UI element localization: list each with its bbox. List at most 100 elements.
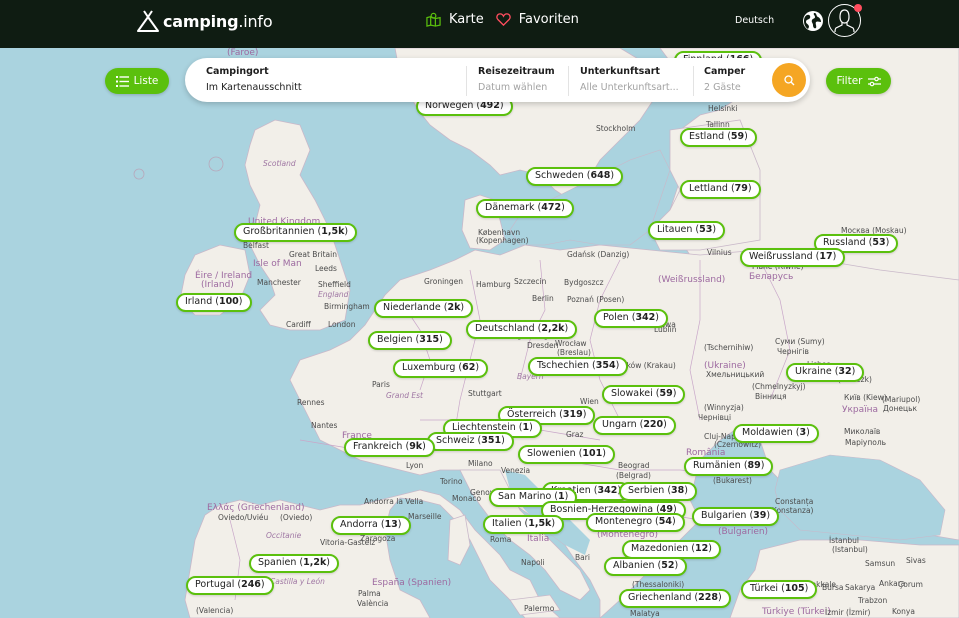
map-place-label: Italia [527, 534, 550, 544]
unterkunftsart-value: Alle Unterkunftsart... [580, 82, 679, 93]
divider [693, 66, 694, 96]
country-marker-count: 472 [541, 202, 562, 213]
country-marker[interactable]: Andorra (13) [331, 516, 411, 535]
country-marker[interactable]: Estland (59) [680, 128, 757, 147]
search-button[interactable] [772, 63, 806, 97]
country-marker[interactable]: Tschechien (354) [528, 357, 629, 376]
country-marker[interactable]: Belgien (315) [368, 331, 452, 350]
country-marker[interactable]: Deutschland (2,2k) [466, 320, 578, 339]
country-marker[interactable]: Moldawien (3) [733, 424, 819, 443]
country-marker-name: Dänemark ( [485, 202, 542, 213]
map-place-label: Stuttgart [468, 389, 502, 398]
country-marker[interactable]: Schweiz (351) [427, 432, 514, 451]
map-place-label: Nantes [311, 421, 338, 430]
country-marker-name: Belgien ( [377, 334, 420, 345]
map-place-label: Чернігів [777, 347, 809, 356]
language-selector[interactable]: Deutsch [735, 15, 774, 26]
filter-button[interactable]: Filter [826, 68, 891, 94]
map-place-label: Andorra la Vella [364, 497, 424, 506]
country-marker[interactable]: Niederlande (2k) [374, 299, 474, 318]
country-marker-name: Irland ( [185, 296, 219, 307]
country-marker-count: 100 [218, 296, 239, 307]
country-marker[interactable]: Bulgarien (39) [692, 507, 780, 526]
country-marker-name: Griechenland ( [628, 592, 699, 603]
country-marker-count: 12 [694, 543, 709, 554]
country-marker[interactable]: Ungarn (220) [593, 416, 676, 435]
list-icon [115, 75, 129, 87]
country-marker[interactable]: Rumänien (89) [684, 457, 774, 476]
sliders-icon [867, 76, 881, 86]
country-marker-count: 38 [671, 485, 685, 496]
map-icon [426, 12, 441, 27]
map-place-label: Constanța [775, 497, 814, 506]
map-place-label: Україна [842, 405, 879, 415]
map-place-label: Isle of Man [253, 259, 302, 269]
camping-info-logo[interactable]: camping.info [136, 10, 273, 32]
country-marker-name: Mazedonien ( [631, 543, 695, 554]
country-marker[interactable]: Irland (100) [176, 293, 252, 312]
country-marker-name: Ungarn ( [602, 419, 644, 430]
unterkunftsart-field[interactable]: Unterkunftsart Alle Unterkunftsart... [580, 58, 693, 102]
map-place-label: Bydgoszcz [564, 278, 604, 287]
country-marker-name: Litauen ( [657, 224, 700, 235]
map-place-label: Хмельницький [706, 370, 765, 379]
country-marker[interactable]: Polen (342) [594, 309, 668, 328]
country-marker-count: 105 [784, 583, 805, 594]
heart-icon [495, 13, 511, 27]
divider [568, 66, 569, 96]
map-place-label: Суми (Sumy) [775, 337, 825, 346]
country-marker[interactable]: Slowenien (101) [518, 445, 615, 464]
country-marker[interactable]: Großbritannien (1,5k) [234, 223, 358, 242]
nav-favoriten[interactable]: Favoriten [495, 12, 579, 27]
country-marker[interactable]: Portugal (246) [186, 576, 274, 595]
camper-field[interactable]: Camper 2 Gäste [704, 58, 764, 102]
map-place-label: Wrocław [555, 339, 587, 348]
map-place-label: Scotland [263, 159, 296, 168]
country-marker-name: Türkei ( [750, 583, 785, 594]
country-marker[interactable]: Luxemburg (62) [393, 359, 489, 378]
country-marker-count: 53 [699, 224, 713, 235]
country-marker[interactable]: Dänemark (472) [476, 199, 574, 218]
map-place-label: Venezia [501, 466, 531, 475]
user-avatar-button[interactable] [828, 4, 862, 37]
country-marker[interactable]: Weißrussland (17) [740, 248, 846, 267]
map-place-label: Маріуполь [845, 438, 887, 447]
map-place-label: Grand Est [386, 391, 423, 400]
reisezeitraum-field[interactable]: Reisezeitraum Datum wählen [478, 58, 568, 102]
map-place-label: (Weißrussland) [658, 275, 726, 285]
country-marker-count: 53 [872, 237, 886, 248]
campingort-field[interactable]: Campingort Im Kartenausschnitt [206, 58, 466, 102]
country-marker[interactable]: Litauen (53) [648, 221, 726, 240]
country-marker-count: 1,5k [321, 226, 345, 237]
country-marker[interactable]: Frankreich (9k) [344, 438, 435, 457]
country-marker[interactable]: Griechenland (228) [619, 589, 731, 608]
country-marker-count: 648 [590, 170, 611, 181]
country-marker[interactable]: Spanien (1,2k) [249, 554, 340, 573]
country-marker[interactable]: Schweden (648) [526, 167, 624, 186]
reisezeitraum-label: Reisezeitraum [478, 66, 555, 77]
country-marker[interactable]: Italien (1,5k) [483, 515, 565, 534]
campingort-label: Campingort [206, 66, 269, 77]
map-place-label: Castilla y León [270, 577, 325, 586]
search-icon [783, 74, 794, 85]
nav-karte[interactable]: Karte [426, 12, 484, 27]
country-marker[interactable]: Slowakei (59) [602, 385, 686, 404]
map-place-label: (Thessaloniki) [632, 580, 685, 589]
globe-icon[interactable] [802, 10, 824, 32]
filter-label: Filter [836, 75, 863, 87]
map-place-label: Sakarya [845, 583, 876, 592]
map-place-label: Беларусь [749, 272, 794, 282]
map-place-label: Konya [892, 607, 915, 616]
country-marker-count: 319 [562, 409, 583, 420]
country-marker[interactable]: Serbien (38) [619, 482, 697, 501]
country-marker[interactable]: Albanien (52) [604, 557, 688, 576]
map-canvas[interactable]: (Faroe) United Kingdom Belfast Great Britai… [0, 48, 959, 618]
country-marker[interactable]: Ukraine (32) [786, 363, 865, 382]
country-marker-name: Portugal ( [195, 579, 242, 590]
country-marker[interactable]: Montenegro (54) [586, 513, 685, 532]
country-marker[interactable]: Lettland (79) [680, 180, 761, 199]
country-marker[interactable]: Türkei (105) [741, 580, 818, 599]
country-marker-name: Polen ( [603, 312, 636, 323]
list-view-button[interactable]: Liste [105, 68, 169, 94]
map-place-label: Milano [468, 459, 493, 468]
